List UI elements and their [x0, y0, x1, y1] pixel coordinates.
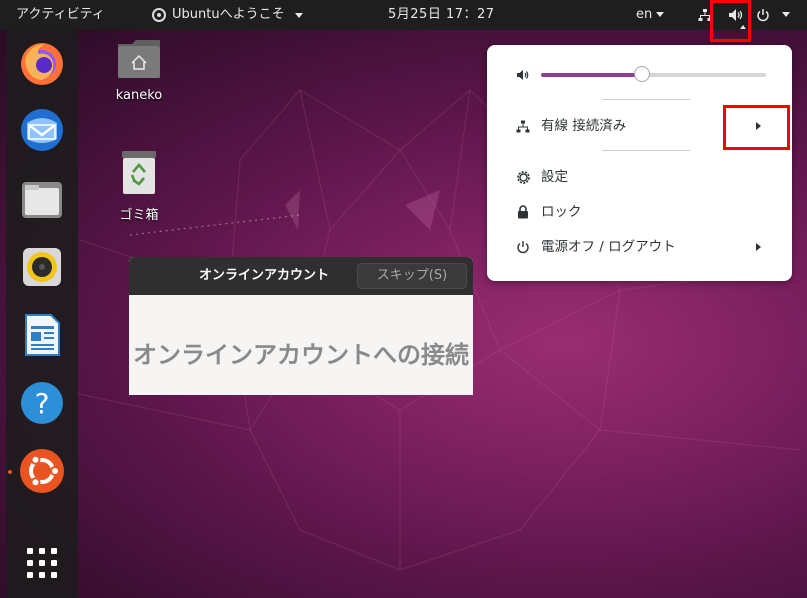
chevron-down-icon	[656, 12, 665, 17]
desktop-icon-home[interactable]: kaneko	[104, 38, 174, 103]
settings-icon	[514, 163, 532, 191]
power-icon[interactable]	[756, 0, 770, 30]
activities-button[interactable]: アクティビティ	[16, 0, 105, 30]
menu-item-label: 電源オフ / ログアウト	[541, 239, 676, 255]
menu-item-label: 有線 接続済み	[541, 118, 627, 134]
desktop-icon-label: ゴミ箱	[119, 208, 159, 223]
chevron-down-icon	[294, 12, 303, 18]
speaker-icon	[23, 248, 61, 286]
skip-button[interactable]: スキップ(S)	[357, 263, 467, 289]
volume-slider-fill	[541, 73, 643, 77]
dock-item-thunderbird[interactable]	[19, 107, 65, 153]
menu-separator	[602, 150, 690, 151]
home-folder-icon	[118, 40, 160, 78]
dock-item-writer[interactable]	[19, 312, 65, 358]
online-accounts-window: オンラインアカウント スキップ(S) オンラインアカウントへの接続	[129, 257, 473, 395]
input-language-menu[interactable]: en	[636, 0, 665, 30]
network-wired-icon	[514, 112, 532, 140]
window-header: オンラインアカウント スキップ(S)	[129, 257, 473, 295]
thunderbird-icon	[21, 109, 63, 151]
dock-item-ubuntu-software[interactable]	[19, 448, 65, 494]
ubuntu-icon	[20, 449, 64, 493]
chevron-down-icon	[782, 12, 790, 17]
chevron-right-icon	[756, 243, 761, 251]
help-icon: ?	[21, 382, 63, 424]
firefox-icon	[21, 43, 63, 85]
desktop-icon-label: kaneko	[115, 88, 163, 103]
show-applications-button[interactable]	[19, 540, 65, 586]
dock-item-help[interactable]: ?	[19, 380, 65, 426]
top-bar: アクティビティ Ubuntuへようこそ 5月25日 17：27 en	[0, 0, 807, 30]
menu-item-label: 設定	[541, 169, 568, 185]
lock-icon	[514, 198, 532, 226]
dock: ?	[6, 30, 78, 598]
trash-icon	[122, 151, 156, 194]
app-menu-label: Ubuntuへようこそ	[172, 7, 285, 22]
input-language-label: en	[636, 7, 653, 22]
menu-item-power[interactable]: 電源オフ / ログアウト	[487, 233, 792, 261]
volume-slider-handle[interactable]	[634, 66, 651, 82]
dock-item-firefox[interactable]	[19, 40, 65, 86]
menu-item-lock[interactable]: ロック	[487, 198, 792, 226]
highlight-wired-submenu-arrow	[723, 105, 790, 150]
system-menu: 有線 接続済み 設定 ロック 電源オフ / ログアウト	[487, 45, 792, 281]
document-icon	[25, 314, 60, 356]
highlight-volume-indicator	[710, 0, 751, 42]
clock[interactable]: 5月25日 17：27	[388, 0, 495, 30]
system-menu-toggle[interactable]	[778, 0, 790, 30]
power-icon	[514, 233, 532, 261]
page-heading: オンラインアカウントへの接続	[133, 341, 469, 369]
grid-icon	[27, 548, 57, 578]
volume-slider[interactable]	[541, 66, 766, 82]
svg-text:?: ?	[35, 387, 50, 420]
menu-item-label: ロック	[541, 204, 582, 220]
menu-separator	[602, 99, 690, 100]
gear-icon	[152, 8, 166, 22]
volume-icon	[514, 61, 532, 89]
desktop-icon-trash[interactable]: ゴミ箱	[104, 150, 174, 223]
folder-icon	[22, 182, 62, 218]
window-title: オンラインアカウント	[199, 268, 330, 283]
menu-item-settings[interactable]: 設定	[487, 163, 792, 191]
dock-item-files[interactable]	[19, 176, 65, 222]
app-menu[interactable]: Ubuntuへようこそ	[152, 0, 303, 30]
running-indicator	[8, 470, 12, 474]
volume-row	[487, 61, 792, 89]
dock-item-rhythmbox[interactable]	[19, 244, 65, 290]
